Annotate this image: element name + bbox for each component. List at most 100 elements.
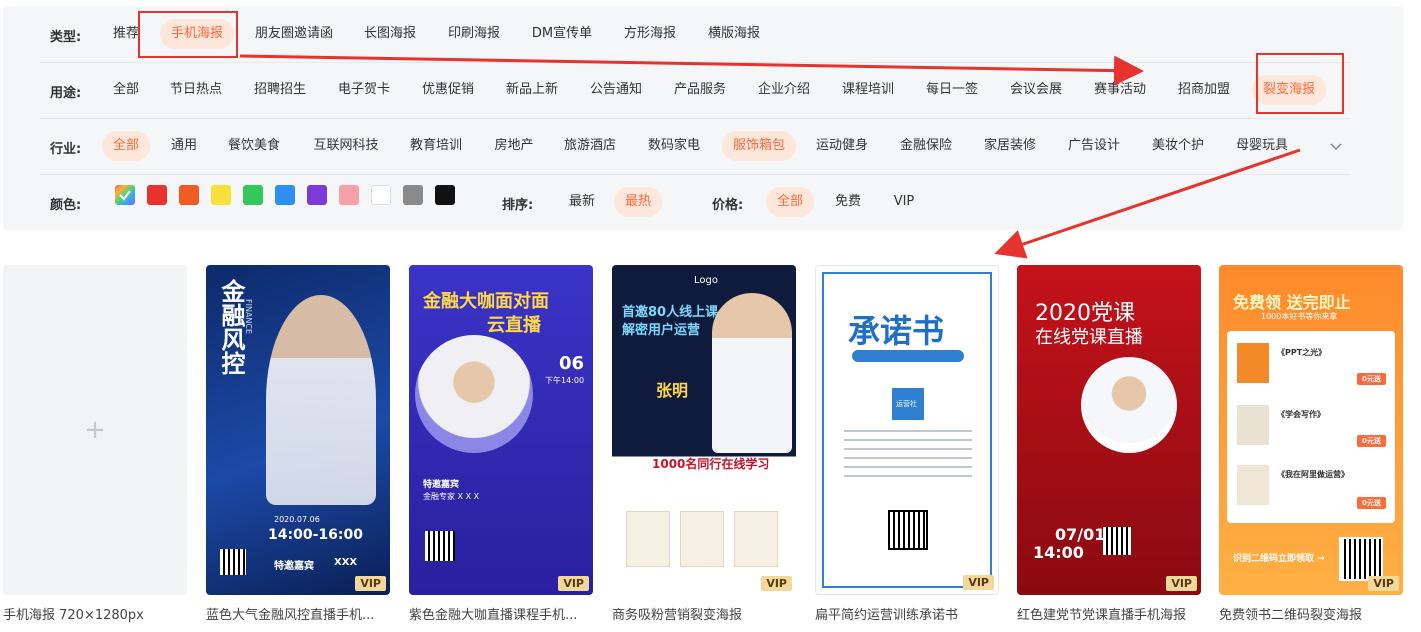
template-card[interactable]: 2020党课 在线党课直播 07/01 14:00 VIP bbox=[1017, 265, 1201, 595]
industry-option-realestate[interactable]: 房地产 bbox=[488, 131, 540, 161]
usage-option-new-arrival[interactable]: 新品上新 bbox=[500, 75, 564, 105]
type-option-landscape-poster[interactable]: 横版海报 bbox=[702, 19, 766, 49]
usage-option-promo[interactable]: 优惠促销 bbox=[416, 75, 480, 105]
poster-headline: 金融风控 bbox=[217, 279, 245, 375]
poster-day: 06 bbox=[559, 353, 585, 374]
usage-option-holiday[interactable]: 节日热点 bbox=[164, 75, 228, 105]
poster-org: 运营社 bbox=[896, 400, 917, 408]
swatch-blue[interactable] bbox=[275, 185, 295, 205]
usage-label: 用途: bbox=[50, 86, 82, 101]
free-tag: 0元送 bbox=[1357, 435, 1386, 447]
swatch-red[interactable] bbox=[147, 185, 167, 205]
industry-option-finance[interactable]: 金融保险 bbox=[894, 131, 958, 161]
industry-option-food[interactable]: 餐饮美食 bbox=[222, 131, 286, 161]
usage-option-daily[interactable]: 每日一签 bbox=[920, 75, 984, 105]
usage-option-product[interactable]: 产品服务 bbox=[668, 75, 732, 105]
card-title[interactable]: 免费领书二维码裂变海报 bbox=[1219, 604, 1403, 623]
poster-speaker: 张明 bbox=[656, 381, 689, 400]
swatch-all-colors[interactable] bbox=[115, 185, 135, 205]
vip-badge: VIP bbox=[355, 576, 386, 591]
swatch-green[interactable] bbox=[243, 185, 263, 205]
vip-badge: VIP bbox=[1166, 576, 1197, 591]
industry-option-tech[interactable]: 互联网科技 bbox=[306, 131, 386, 161]
poster-headline: 免费领 送完即止 bbox=[1233, 293, 1351, 312]
sort-label: 排序: bbox=[502, 198, 534, 213]
card-title[interactable]: 红色建党节党课直播手机海报 bbox=[1017, 604, 1201, 623]
template-card[interactable]: 金融风控 FINANCE 2020.07.06 14:00-16:00 特邀嘉宾… bbox=[206, 265, 390, 595]
poster-guest-label: 特邀嘉宾 bbox=[274, 561, 314, 572]
price-option-all[interactable]: 全部 bbox=[766, 187, 814, 217]
vip-badge: VIP bbox=[761, 576, 792, 591]
type-label: 类型: bbox=[50, 30, 82, 45]
price-option-vip[interactable]: VIP bbox=[884, 187, 924, 217]
template-card[interactable]: 承诺书 运营社 VIP bbox=[815, 265, 999, 595]
qr-code bbox=[220, 549, 246, 575]
swatch-orange[interactable] bbox=[179, 185, 199, 205]
person-photo bbox=[415, 335, 533, 453]
blank-canvas-card[interactable]: + bbox=[3, 265, 187, 595]
usage-option-franchise[interactable]: 招商加盟 bbox=[1172, 75, 1236, 105]
type-option-print-poster[interactable]: 印刷海报 bbox=[442, 19, 506, 49]
usage-option-notice[interactable]: 公告通知 bbox=[584, 75, 648, 105]
usage-option-company[interactable]: 企业介绍 bbox=[752, 75, 816, 105]
sort-option-hottest[interactable]: 最热 bbox=[614, 187, 662, 217]
card-title[interactable]: 扁平简约运营训练承诺书 bbox=[815, 604, 999, 623]
type-option-moments-invite[interactable]: 朋友圈邀请函 bbox=[252, 19, 336, 49]
price-label: 价格: bbox=[712, 198, 744, 213]
step-box bbox=[626, 511, 670, 567]
industry-option-beauty[interactable]: 美妆个护 bbox=[1146, 131, 1210, 161]
usage-option-competition[interactable]: 赛事活动 bbox=[1088, 75, 1152, 105]
industry-option-all[interactable]: 全部 bbox=[102, 131, 150, 161]
card-title[interactable]: 商务吸粉营销裂变海报 bbox=[612, 604, 796, 623]
swatch-yellow[interactable] bbox=[211, 185, 231, 205]
industry-option-ad-design[interactable]: 广告设计 bbox=[1062, 131, 1126, 161]
card-title[interactable]: 紫色金融大咖直播课程手机... bbox=[409, 604, 593, 623]
price-option-free[interactable]: 免费 bbox=[830, 187, 866, 217]
swatch-pink[interactable] bbox=[339, 185, 359, 205]
poster-stat: 1000名同行在线学习 bbox=[652, 457, 770, 471]
swatch-white[interactable] bbox=[371, 185, 391, 205]
usage-option-ecard[interactable]: 电子贺卡 bbox=[332, 75, 396, 105]
poster-logo: Logo bbox=[694, 275, 718, 286]
usage-option-all[interactable]: 全部 bbox=[106, 75, 146, 105]
row-divider bbox=[40, 174, 1350, 175]
poster-body-text bbox=[844, 430, 972, 480]
poster-subheadline: 1000本好书等你来拿 bbox=[1261, 312, 1338, 321]
template-card[interactable]: 金融大咖面对面 云直播 06 下午14:00 特邀嘉宾 金融专家 X X X V… bbox=[409, 265, 593, 595]
usage-option-recruit[interactable]: 招聘招生 bbox=[248, 75, 312, 105]
book-title: 《学会写作》 bbox=[1277, 410, 1325, 419]
industry-option-fashion[interactable]: 服饰箱包 bbox=[722, 131, 796, 161]
type-option-square-poster[interactable]: 方形海报 bbox=[618, 19, 682, 49]
type-option-dm-flyer[interactable]: DM宣传单 bbox=[526, 19, 598, 49]
qr-code bbox=[425, 531, 455, 561]
book-cover bbox=[1237, 405, 1269, 445]
template-card[interactable]: Logo 首邀80人线上课 解密用户运营 张明 1000名同行在线学习 VIP bbox=[612, 265, 796, 595]
poster-cta: 识别二维码立即领取 → bbox=[1233, 554, 1325, 564]
poster-time: 14:00 bbox=[1033, 543, 1084, 562]
industry-option-digital[interactable]: 数码家电 bbox=[642, 131, 706, 161]
type-option-long-poster[interactable]: 长图海报 bbox=[358, 19, 422, 49]
industry-option-education[interactable]: 教育培训 bbox=[404, 131, 468, 161]
book-cover bbox=[1237, 465, 1269, 505]
swatch-black[interactable] bbox=[435, 185, 455, 205]
industry-option-travel[interactable]: 旅游酒店 bbox=[558, 131, 622, 161]
poster-guest-label: 特邀嘉宾 bbox=[423, 480, 460, 490]
industry-option-general[interactable]: 通用 bbox=[164, 131, 204, 161]
card-title[interactable]: 蓝色大气金融风控直播手机... bbox=[206, 604, 390, 623]
usage-option-course[interactable]: 课程培训 bbox=[836, 75, 900, 105]
industry-option-fitness[interactable]: 运动健身 bbox=[810, 131, 874, 161]
poster-subheadline: 解密用户运营 bbox=[622, 323, 701, 338]
swatch-gray[interactable] bbox=[403, 185, 423, 205]
sort-option-newest[interactable]: 最新 bbox=[562, 187, 602, 217]
poster-time: 下午14:00 bbox=[545, 376, 585, 385]
chevron-down-icon[interactable] bbox=[1326, 136, 1346, 156]
usage-option-conference[interactable]: 会议会展 bbox=[1004, 75, 1068, 105]
swatch-purple[interactable] bbox=[307, 185, 327, 205]
template-card[interactable]: 免费领 送完即止 1000本好书等你来拿 《PPT之光》 《学会写作》 《我在阿… bbox=[1219, 265, 1403, 595]
vip-badge: VIP bbox=[1368, 576, 1399, 591]
card-title[interactable]: 手机海报 720×1280px bbox=[3, 604, 187, 623]
poster-subheadline: 云直播 bbox=[487, 315, 541, 336]
poster-time: 14:00-16:00 bbox=[268, 527, 363, 543]
industry-option-baby[interactable]: 母婴玩具 bbox=[1230, 131, 1294, 161]
industry-option-home[interactable]: 家居装修 bbox=[978, 131, 1042, 161]
